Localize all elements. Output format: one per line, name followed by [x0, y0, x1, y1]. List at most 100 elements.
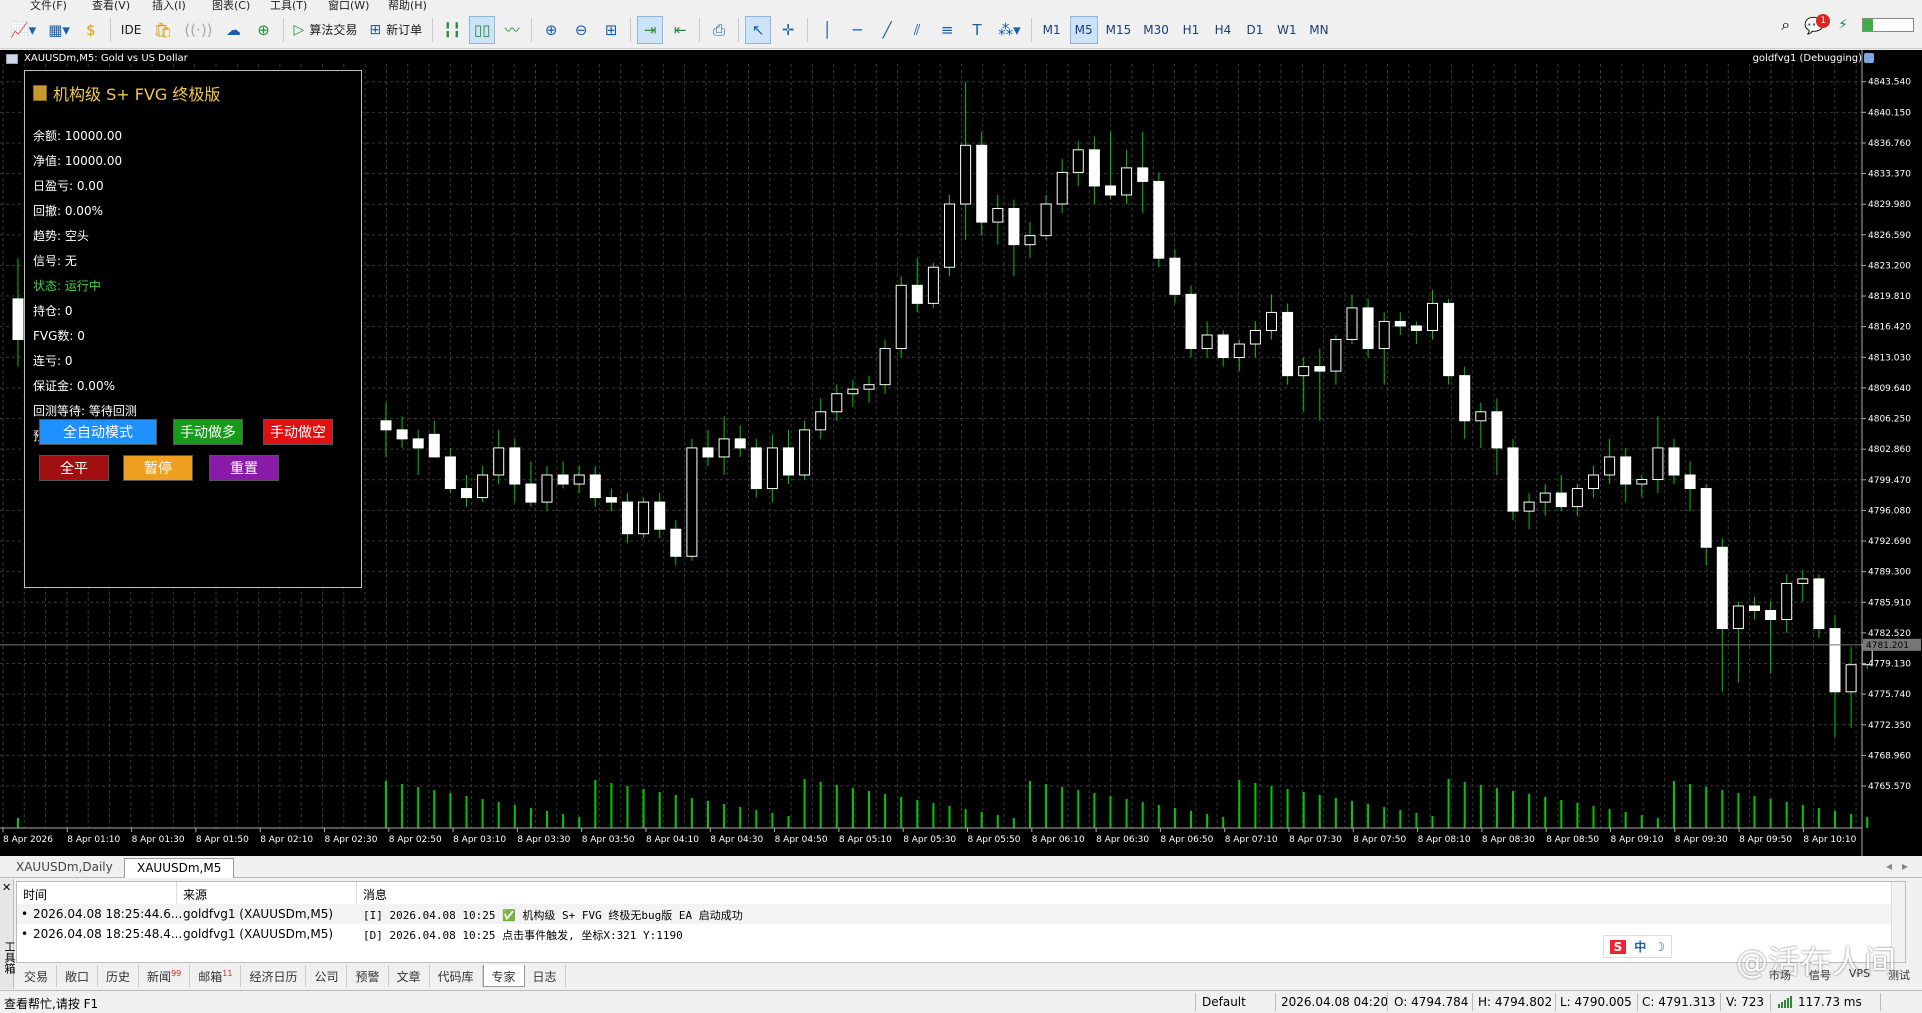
menu-item[interactable]: 帮助(H) [388, 0, 427, 11]
toolbox-right-item[interactable]: VPS [1849, 967, 1870, 983]
toolbox-right-item[interactable]: 测试 [1888, 967, 1910, 983]
toolbox-tab-label: 专家 [491, 970, 516, 984]
candle-body [750, 447, 762, 490]
toolbox-tab[interactable]: 邮箱11 [190, 965, 242, 987]
chart-tab-m5[interactable]: XAUUSDm,M5 [124, 858, 235, 878]
candlestick-icon[interactable]: ▯▯ [469, 15, 496, 44]
menu-item[interactable]: 查看(V) [92, 0, 130, 11]
timeframe-w1[interactable]: W1 [1273, 16, 1301, 44]
horizontal-line-icon[interactable]: ─ [844, 16, 870, 44]
expert-advisor-label[interactable]: goldfvg1 (Debugging) [1753, 53, 1862, 64]
candle-body [976, 144, 988, 223]
algo-trading-button[interactable]: ▷ 算法交易 [290, 16, 362, 44]
toolbox-tab[interactable]: 日志 [525, 965, 566, 987]
line-chart-icon[interactable]: 〰 [499, 16, 525, 44]
column-header-message[interactable]: 消息 [357, 882, 1905, 904]
timeframe-m30[interactable]: M30 [1139, 16, 1173, 44]
signal-icon[interactable]: ((·)) [180, 16, 216, 44]
candle-body [1153, 180, 1165, 259]
candle-body [525, 483, 537, 503]
reset-button[interactable]: 重置 [209, 455, 279, 481]
price-tick-label: 4843.540 [1868, 78, 1911, 88]
ime-mode: 中 [1634, 940, 1647, 954]
trendline-icon[interactable]: ╱ [874, 16, 900, 44]
cursor-icon[interactable]: ↖ [745, 15, 772, 44]
timeframe-m5[interactable]: M5 [1069, 15, 1098, 44]
ide-button[interactable]: IDE [117, 16, 145, 44]
toolbox-tab[interactable]: 文章 [389, 965, 430, 987]
zoom-out-icon[interactable]: ⊖ [568, 16, 594, 44]
menu-item[interactable]: 工具(T) [270, 0, 307, 11]
menu-item[interactable]: 窗口(W) [328, 0, 369, 11]
tab-scroll-left-icon[interactable]: ◂ [1886, 859, 1892, 873]
auto-scroll-icon[interactable]: ⇥ [637, 15, 664, 44]
toolbox-tab[interactable]: 敞口 [57, 965, 99, 987]
toolbox-tab[interactable]: 经济日历 [241, 965, 307, 987]
crosshair-icon[interactable]: ✛ [775, 16, 801, 44]
market-watch-icon[interactable]: $ [78, 16, 104, 44]
timeframe-m1[interactable]: M1 [1038, 16, 1066, 44]
chart-window[interactable]: 4843.540 4840.150 4836.760 4833.370 4829.980… [0, 50, 1922, 856]
bar-chart-icon[interactable]: ╏╏ [439, 16, 465, 44]
time-tick-label: 8 Apr 2026 [3, 835, 53, 845]
candle-body [1105, 185, 1116, 196]
menu-item[interactable]: 文件(F) [30, 0, 67, 11]
candle-body [992, 208, 1004, 223]
screenshot-icon[interactable]: ⎙ [706, 16, 732, 44]
column-header-source[interactable]: 来源 [177, 882, 357, 904]
toolbox-tab[interactable]: 代码库 [430, 965, 483, 987]
timeframe-h4[interactable]: H4 [1209, 16, 1237, 44]
tile-windows-icon[interactable]: ⊞ [598, 16, 624, 44]
toolbox-tab[interactable]: 新闻99 [139, 965, 191, 987]
timeframe-h1[interactable]: H1 [1177, 16, 1205, 44]
toolbox-tab-badge: 11 [222, 969, 233, 978]
tab-scroll-right-icon[interactable]: ▸ [1902, 859, 1908, 873]
play-icon: ▷ [293, 21, 305, 38]
auto-mode-button[interactable]: 全自动模式 [39, 419, 157, 445]
chart-shift-icon[interactable]: ⇤ [667, 16, 693, 44]
menu-item[interactable]: 图表(C) [212, 0, 250, 11]
manual-short-button[interactable]: 手动做空 [263, 419, 333, 445]
column-header-time[interactable]: 时间 [17, 882, 177, 904]
pause-button[interactable]: 暂停 [123, 455, 193, 481]
timeframe-d1[interactable]: D1 [1241, 16, 1269, 44]
toolbox-right-item[interactable]: 信号 [1809, 967, 1831, 983]
new-order-button[interactable]: ⊞ 新订单 [365, 16, 426, 44]
timeframe-m15[interactable]: M15 [1102, 16, 1136, 44]
close-icon[interactable]: ✕ [2, 881, 11, 894]
cloud-icon[interactable]: ☁ [221, 16, 247, 44]
toolbox-tab[interactable]: 公司 [306, 965, 348, 987]
time-tick-label: 8 Apr 05:30 [903, 835, 956, 845]
log-row[interactable]: • 2026.04.08 18:25:44.6... goldfvg1 (XAUUS… [17, 904, 1905, 924]
menu-item[interactable]: 插入(I) [152, 0, 186, 11]
fibonacci-icon[interactable]: ≡ [934, 16, 960, 44]
close-all-button[interactable]: 全平 [39, 455, 109, 481]
text-icon[interactable]: T [964, 16, 990, 44]
shapes-icon[interactable]: ⁂▾ [994, 16, 1025, 44]
vps-icon[interactable]: ⊕ [251, 16, 277, 44]
candle-body [895, 284, 907, 350]
toolbox-tab[interactable]: 预警 [347, 965, 389, 987]
chart-tab-daily[interactable]: XAUUSDm,Daily [4, 858, 125, 878]
channel-icon[interactable]: ⫽ [904, 16, 930, 44]
profiles-icon[interactable]: ▦▾ [44, 16, 74, 44]
manual-long-button[interactable]: 手动做多 [173, 419, 243, 445]
strategy-tester-icon[interactable]: 🛍 [149, 16, 176, 44]
toolbox-tab[interactable]: 专家 [482, 965, 525, 987]
notification-icon[interactable]: 💬 1 [1804, 13, 1831, 35]
toolbox-tab[interactable]: 交易 [16, 965, 58, 987]
timeframe-mn[interactable]: MN [1305, 16, 1333, 44]
time-tick-label: 8 Apr 01:10 [67, 835, 120, 845]
ime-toolbar[interactable]: S 中 ☽ [1602, 935, 1672, 958]
vertical-line-icon[interactable]: │ [814, 16, 840, 44]
zoom-in-icon[interactable]: ⊕ [538, 16, 564, 44]
candle-body [1282, 311, 1294, 377]
new-chart-icon[interactable]: 📈▾ [6, 16, 40, 44]
toolbox-right-item[interactable]: 市场 [1769, 967, 1791, 983]
candle-body [444, 456, 456, 490]
search-icon[interactable]: ⌕ [1781, 15, 1790, 35]
candle-body [831, 393, 843, 413]
toolbox-tab[interactable]: 历史 [98, 965, 140, 987]
toolbox-tab-label: 日志 [532, 970, 557, 984]
candle-body [1732, 605, 1744, 630]
